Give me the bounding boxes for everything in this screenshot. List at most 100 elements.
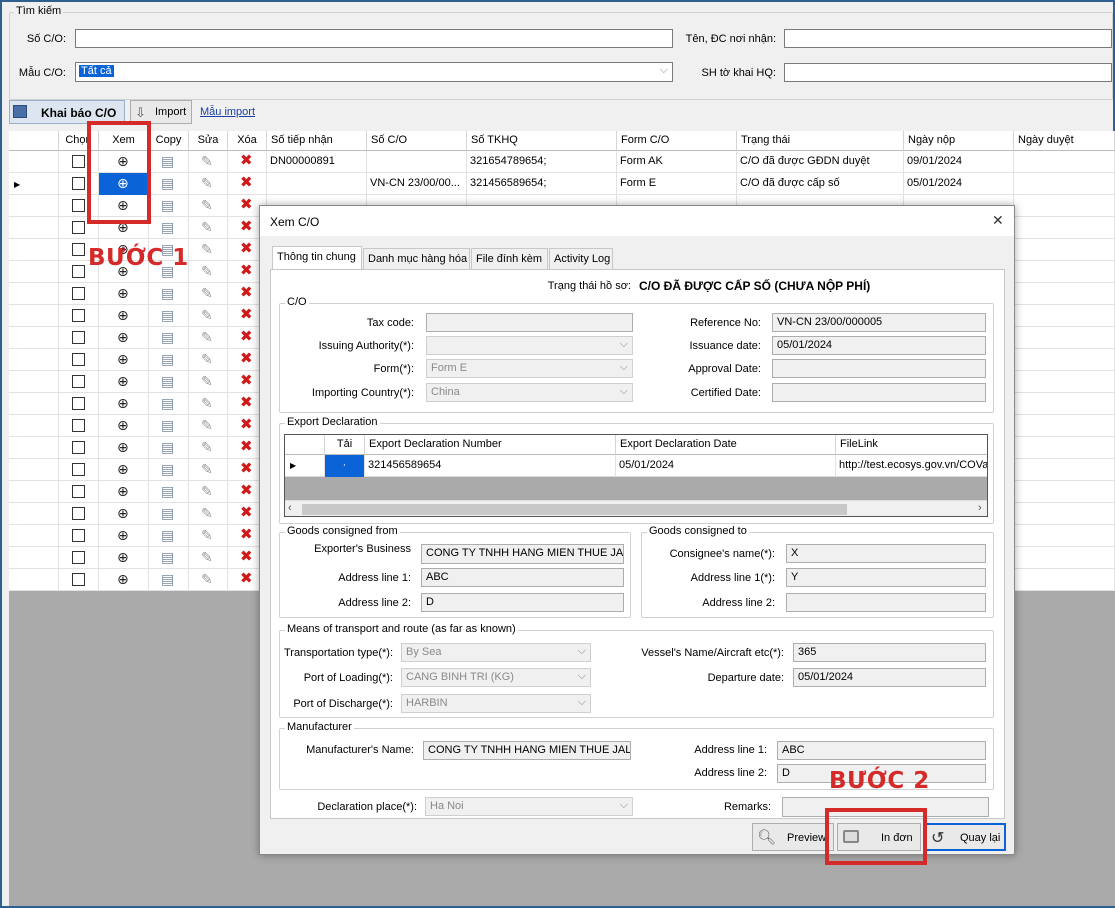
delete-x-icon[interactable]: ✖ xyxy=(240,527,253,542)
view-zoom-icon[interactable]: ⊕ xyxy=(117,572,129,586)
copy-document-icon[interactable]: ▤ xyxy=(161,154,174,168)
copy-document-icon[interactable]: ▤ xyxy=(161,220,174,234)
edit-pencil-icon[interactable]: ✎ xyxy=(201,176,213,190)
view-zoom-icon[interactable]: ⊕ xyxy=(117,506,129,520)
row-header-cell[interactable] xyxy=(9,393,59,415)
col-copy[interactable]: Copy xyxy=(149,131,189,151)
table-row[interactable]: ▶ ⊕ ▤ ✎ ✖ VN-CN 23/00/00... 321456589654; Form … xyxy=(9,173,1115,195)
copy-document-icon[interactable]: ▤ xyxy=(161,462,174,476)
row-checkbox[interactable] xyxy=(72,177,85,190)
copy-document-icon[interactable]: ▤ xyxy=(161,440,174,454)
from-address2-input[interactable]: D xyxy=(421,593,624,612)
scroll-right-icon[interactable]: › xyxy=(978,502,982,514)
row-checkbox[interactable] xyxy=(72,573,85,586)
transport-type-select[interactable]: By Sea ⌵ xyxy=(401,643,591,662)
edit-pencil-icon[interactable]: ✎ xyxy=(201,154,213,168)
reference-no-input[interactable]: VN-CN 23/00/000005 xyxy=(772,313,986,332)
delete-x-icon[interactable]: ✖ xyxy=(240,571,253,586)
delete-x-icon[interactable]: ✖ xyxy=(240,549,253,564)
row-checkbox[interactable] xyxy=(72,397,85,410)
declaration-place-select[interactable]: Ha Noi ⌵ xyxy=(425,797,633,816)
edit-pencil-icon[interactable]: ✎ xyxy=(201,484,213,498)
row-header-cell[interactable] xyxy=(9,371,59,393)
row-header-cell[interactable] xyxy=(9,151,59,173)
port-loading-select[interactable]: CANG BINH TRI (KG) ⌵ xyxy=(401,668,591,687)
edit-pencil-icon[interactable]: ✎ xyxy=(201,506,213,520)
certified-date-input[interactable] xyxy=(772,383,986,402)
from-address1-input[interactable]: ABC xyxy=(421,568,624,587)
delete-x-icon[interactable]: ✖ xyxy=(240,307,253,322)
delete-x-icon[interactable]: ✖ xyxy=(240,505,253,520)
copy-document-icon[interactable]: ▤ xyxy=(161,330,174,344)
col-so-tkhq[interactable]: Số TKHQ xyxy=(467,131,617,151)
edit-pencil-icon[interactable]: ✎ xyxy=(201,550,213,564)
col-sua[interactable]: Sửa xyxy=(189,131,228,151)
edit-pencil-icon[interactable]: ✎ xyxy=(201,572,213,586)
col-so-tiep-nhan[interactable]: Số tiếp nhận xyxy=(267,131,367,151)
delete-x-icon[interactable]: ✖ xyxy=(240,241,253,256)
copy-document-icon[interactable]: ▤ xyxy=(161,176,174,190)
view-zoom-icon[interactable]: ⊕ xyxy=(117,374,129,388)
edit-pencil-icon[interactable]: ✎ xyxy=(201,462,213,476)
row-header-cell[interactable] xyxy=(9,239,59,261)
port-discharge-select[interactable]: HARBIN ⌵ xyxy=(401,694,591,713)
quay-lai-button[interactable]: ↺ Quay lại xyxy=(924,823,1006,851)
row-header-cell[interactable] xyxy=(9,327,59,349)
copy-document-icon[interactable]: ▤ xyxy=(161,506,174,520)
col-xoa[interactable]: Xóa xyxy=(228,131,267,151)
delete-x-icon[interactable]: ✖ xyxy=(240,197,253,212)
edit-pencil-icon[interactable]: ✎ xyxy=(201,330,213,344)
delete-x-icon[interactable]: ✖ xyxy=(240,153,253,168)
edit-pencil-icon[interactable]: ✎ xyxy=(201,396,213,410)
view-zoom-icon[interactable]: ⊕ xyxy=(117,396,129,410)
manu-address1-input[interactable]: ABC xyxy=(777,741,986,760)
to-address1-input[interactable]: Y xyxy=(786,568,986,587)
edit-pencil-icon[interactable]: ✎ xyxy=(201,440,213,454)
col-ngay-nop[interactable]: Ngày nộp xyxy=(904,131,1014,151)
so-co-input[interactable] xyxy=(75,29,673,48)
copy-document-icon[interactable]: ▤ xyxy=(161,418,174,432)
approval-date-input[interactable] xyxy=(772,359,986,378)
row-checkbox[interactable] xyxy=(72,353,85,366)
delete-x-icon[interactable]: ✖ xyxy=(240,461,253,476)
delete-x-icon[interactable]: ✖ xyxy=(240,417,253,432)
col-ngay-duyet[interactable]: Ngày duyệt xyxy=(1014,131,1115,151)
row-header-cell[interactable] xyxy=(9,195,59,217)
delete-x-icon[interactable]: ✖ xyxy=(240,373,253,388)
export-tai-cell[interactable]: · xyxy=(325,455,365,477)
delete-x-icon[interactable]: ✖ xyxy=(240,219,253,234)
edit-pencil-icon[interactable]: ✎ xyxy=(201,220,213,234)
departure-date-input[interactable]: 05/01/2024 xyxy=(793,668,986,687)
copy-document-icon[interactable]: ▤ xyxy=(161,484,174,498)
row-checkbox[interactable] xyxy=(72,265,85,278)
row-header-cell[interactable] xyxy=(9,437,59,459)
horizontal-scrollbar[interactable]: ‹ › xyxy=(285,500,987,516)
edit-pencil-icon[interactable]: ✎ xyxy=(201,286,213,300)
table-row[interactable]: ▶ · 321456589654 05/01/2024 http://test.… xyxy=(285,455,987,477)
delete-x-icon[interactable]: ✖ xyxy=(240,263,253,278)
edit-pencil-icon[interactable]: ✎ xyxy=(201,264,213,278)
copy-document-icon[interactable]: ▤ xyxy=(161,528,174,542)
close-icon[interactable]: ✕ xyxy=(992,212,1004,229)
row-header-cell[interactable] xyxy=(9,459,59,481)
copy-document-icon[interactable]: ▤ xyxy=(161,286,174,300)
edit-pencil-icon[interactable]: ✎ xyxy=(201,198,213,212)
row-header-cell[interactable] xyxy=(9,525,59,547)
row-header-cell[interactable] xyxy=(9,261,59,283)
edit-pencil-icon[interactable]: ✎ xyxy=(201,528,213,542)
delete-x-icon[interactable]: ✖ xyxy=(240,351,253,366)
view-zoom-icon[interactable]: ⊕ xyxy=(117,352,129,366)
row-checkbox[interactable] xyxy=(72,199,85,212)
view-zoom-icon[interactable]: ⊕ xyxy=(117,308,129,322)
table-row[interactable]: ⊕ ▤ ✎ ✖ DN00000891 321654789654; Form AK C/O đã… xyxy=(9,151,1115,173)
edit-pencil-icon[interactable]: ✎ xyxy=(201,352,213,366)
delete-x-icon[interactable]: ✖ xyxy=(240,395,253,410)
edit-pencil-icon[interactable]: ✎ xyxy=(201,418,213,432)
row-header-cell[interactable]: ▶ xyxy=(9,173,59,195)
col-trang-thai[interactable]: Trạng thái xyxy=(737,131,904,151)
delete-x-icon[interactable]: ✖ xyxy=(240,483,253,498)
delete-x-icon[interactable]: ✖ xyxy=(240,439,253,454)
row-checkbox[interactable] xyxy=(72,551,85,564)
row-header-cell[interactable] xyxy=(9,547,59,569)
row-header-cell[interactable] xyxy=(9,217,59,239)
